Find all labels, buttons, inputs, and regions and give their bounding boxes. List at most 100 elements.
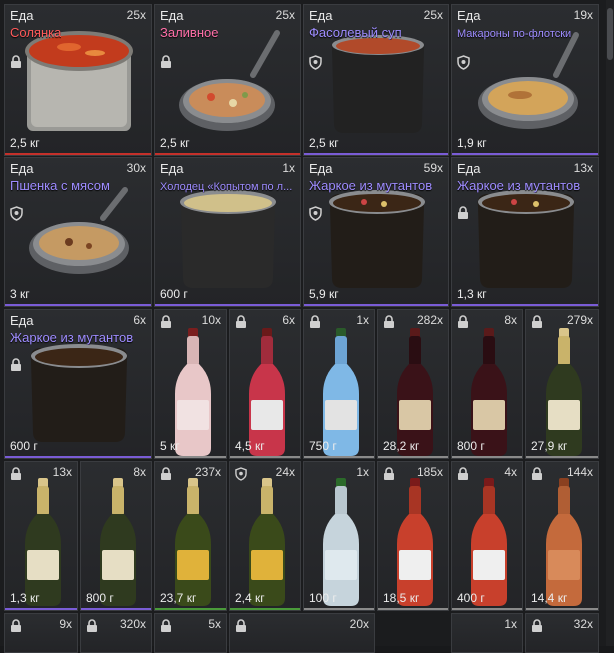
bottle-image	[453, 466, 522, 610]
inventory-item-item-r5-2[interactable]: 320x	[80, 613, 152, 653]
inventory-item-zharkoe-2[interactable]: Еда 13x Жаркое из мутантов 1,3 кг	[451, 157, 599, 307]
rarity-line	[304, 456, 374, 458]
rarity-line	[5, 608, 77, 610]
inventory-item-bottle-champagne-yellow-1[interactable]: 237x 23,7 кг	[154, 461, 227, 611]
bottle-image	[231, 466, 300, 610]
item-count: 20x	[349, 617, 369, 631]
rarity-line	[230, 456, 300, 458]
item-weight: 750 г	[309, 439, 337, 453]
inventory-item-bottle-pink[interactable]: 10x 5 кг	[154, 309, 227, 459]
rarity-line	[452, 608, 522, 610]
item-weight: 2,4 кг	[235, 591, 265, 605]
inventory-item-item-r5-5[interactable]: 1x	[451, 613, 523, 653]
inventory-item-item-r5-6[interactable]: 32x	[525, 613, 599, 653]
inventory-item-bottle-water[interactable]: 1x 100 г	[303, 461, 375, 611]
inventory-item-pshenka[interactable]: Еда 30x Пшенка с мясом 3 кг	[4, 157, 152, 307]
scrollbar[interactable]	[606, 0, 614, 646]
inventory-item-bottle-orange[interactable]: 144x 14,4 кг	[525, 461, 599, 611]
inventory-item-bottle-red-label[interactable]: 6x 4,5 кг	[229, 309, 301, 459]
inventory-item-fasolevyi-sup[interactable]: Еда 25x Фасолевый суп 2,5 кг	[303, 4, 449, 156]
rarity-line	[526, 456, 598, 458]
inventory-item-solyanka[interactable]: Еда 25x Солянка 2,5 кг	[4, 4, 152, 156]
inventory-item-zalivnoe[interactable]: Еда 25x Заливное 2,5 кг	[154, 4, 301, 156]
inventory-item-bottle-vodka-2[interactable]: 4x 400 г	[451, 461, 523, 611]
item-weight: 800 г	[86, 591, 114, 605]
rarity-line	[452, 456, 522, 458]
inventory-item-bottle-champagne-2[interactable]: 13x 1,3 кг	[4, 461, 78, 611]
lock-icon	[531, 315, 543, 329]
item-count: 9x	[59, 617, 72, 631]
inventory-item-item-r5-3[interactable]: 5x	[154, 613, 227, 653]
item-name: Жаркое из мутантов	[457, 178, 581, 193]
lock-icon	[457, 467, 469, 481]
item-weight: 2,5 кг	[160, 136, 190, 150]
scrollbar-thumb[interactable]	[607, 8, 613, 60]
rarity-line	[526, 608, 598, 610]
shield-icon	[235, 467, 248, 482]
lock-icon	[383, 315, 395, 329]
item-name: Макароны по-флотски	[457, 28, 572, 40]
item-weight: 23,7 кг	[160, 591, 197, 605]
item-count: 32x	[573, 617, 593, 631]
lock-icon	[11, 358, 21, 371]
shield-icon	[457, 55, 470, 70]
item-weight: 5 кг	[160, 439, 180, 453]
bottle-image	[157, 316, 226, 458]
rarity-line	[230, 608, 300, 610]
lock-icon	[458, 206, 468, 219]
item-weight: 3 кг	[10, 287, 30, 301]
rarity-line	[378, 456, 448, 458]
item-weight: 1,3 кг	[10, 591, 40, 605]
item-weight: 28,2 кг	[383, 439, 420, 453]
inventory-item-bottle-blue[interactable]: 1x 750 г	[303, 309, 375, 459]
item-weight: 1,3 кг	[457, 287, 487, 301]
inventory-item-bottle-vodka-1[interactable]: 185x 18,5 кг	[377, 461, 449, 611]
lock-icon	[160, 315, 172, 329]
item-weight: 14,4 кг	[531, 591, 568, 605]
bottle-image	[379, 316, 448, 458]
bottle-image	[528, 466, 598, 610]
lock-icon	[457, 315, 469, 329]
bottle-image	[528, 316, 598, 458]
lock-icon	[86, 619, 98, 633]
inventory-item-zharkoe-1[interactable]: Еда 59x Жаркое из мутантов 5,9 кг	[303, 157, 449, 307]
item-weight: 5,9 кг	[309, 287, 339, 301]
inventory-item-bottle-champagne-yellow-2[interactable]: 24x 2,4 кг	[229, 461, 301, 611]
lock-icon	[11, 55, 21, 68]
item-name: Заливное	[160, 25, 219, 40]
item-name: Жаркое из мутантов	[309, 178, 433, 193]
item-name: Жаркое из мутантов	[10, 330, 134, 345]
item-weight: 2,5 кг	[309, 136, 339, 150]
item-name: Солянка	[10, 25, 62, 40]
inventory-item-bottle-wine-2[interactable]: 8x 800 г	[451, 309, 523, 459]
shield-icon	[10, 206, 23, 221]
rarity-line	[378, 608, 448, 610]
item-weight: 600 г	[160, 287, 188, 301]
inventory-item-item-r5-1[interactable]: 9x	[4, 613, 78, 653]
item-name: Фасолевый суп	[309, 25, 402, 40]
bottle-image	[453, 316, 522, 458]
item-weight: 100 г	[309, 591, 337, 605]
lock-icon	[10, 619, 22, 633]
lock-icon	[161, 55, 171, 68]
inventory-item-holodets[interactable]: Еда 1x Холодец «Копытом по л... 600 г	[154, 157, 301, 307]
inventory-item-bottle-champagne-1[interactable]: 279x 27,9 кг	[525, 309, 599, 459]
bottle-image	[379, 466, 448, 610]
lock-icon	[309, 315, 321, 329]
inventory-item-makarony[interactable]: Еда 19x Макароны по-флотски 1,9 кг	[451, 4, 599, 156]
inventory-item-item-r5-4[interactable]: 20x	[229, 613, 375, 653]
item-weight: 27,9 кг	[531, 439, 568, 453]
inventory-item-zharkoe-3[interactable]: Еда 6x Жаркое из мутантов 600 г	[4, 309, 152, 459]
bottle-image	[82, 466, 151, 610]
inventory-item-bottle-wine-1[interactable]: 282x 28,2 кг	[377, 309, 449, 459]
lock-icon	[531, 467, 543, 481]
item-name: Холодец «Копытом по л...	[160, 181, 293, 193]
shield-icon	[309, 55, 322, 70]
shield-icon	[309, 206, 322, 221]
item-count: 5x	[208, 617, 221, 631]
lock-icon	[383, 467, 395, 481]
lock-icon	[10, 467, 22, 481]
bottle-image	[157, 466, 226, 610]
item-weight: 2,5 кг	[10, 136, 40, 150]
inventory-item-bottle-champagne-3[interactable]: 8x 800 г	[80, 461, 152, 611]
